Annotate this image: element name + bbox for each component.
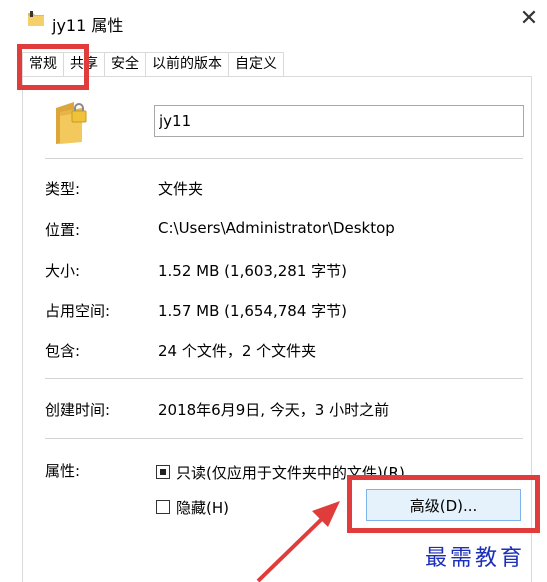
folder-name-input[interactable] (154, 105, 524, 137)
size-on-disk-value: 1.57 MB (1,654,784 字节) (158, 302, 347, 320)
section-divider-1 (45, 158, 523, 159)
advanced-button[interactable]: 高级(D)... (366, 489, 521, 521)
location-label: 位置: (45, 221, 81, 239)
tab-sharing[interactable]: 共享 (63, 52, 105, 76)
section-divider-2 (45, 378, 523, 379)
size-label: 大小: (45, 262, 81, 280)
annotation-arrow (256, 501, 340, 582)
tab-customize[interactable]: 自定义 (228, 52, 284, 76)
hidden-checkbox[interactable] (156, 500, 170, 514)
hidden-checkbox-label[interactable]: 隐藏(H) (176, 497, 229, 518)
tab-strip: 常规 共享 安全 以前的版本 自定义 (22, 52, 284, 76)
created-label: 创建时间: (45, 401, 111, 419)
tab-panel-top-border (22, 76, 532, 77)
watermark-logo: 最需教育 (425, 546, 526, 571)
tab-panel-left-border (22, 76, 23, 582)
locked-folder-icon (52, 98, 92, 146)
created-value: 2018年6月9日, 今天，3 小时之前 (158, 401, 390, 419)
close-button[interactable]: ✕ (516, 6, 542, 32)
location-value: C:\Users\Administrator\Desktop (158, 219, 395, 237)
section-divider-3 (45, 438, 523, 439)
size-value: 1.52 MB (1,603,281 字节) (158, 262, 347, 280)
tab-previous-versions[interactable]: 以前的版本 (145, 52, 229, 76)
readonly-checkbox[interactable] (156, 465, 170, 479)
tab-panel-right-border (531, 76, 532, 582)
type-value: 文件夹 (158, 180, 204, 198)
contains-label: 包含: (45, 342, 81, 360)
contains-value: 24 个文件，2 个文件夹 (158, 342, 317, 360)
readonly-checkbox-label[interactable]: 只读(仅应用于文件夹中的文件)(R) (176, 462, 405, 483)
tab-security[interactable]: 安全 (104, 52, 146, 76)
indeterminate-mark (160, 469, 166, 475)
size-on-disk-label: 占用空间: (45, 302, 111, 320)
attributes-label: 属性: (45, 462, 81, 480)
window-title: jy11 属性 (52, 16, 124, 35)
type-label: 类型: (45, 180, 81, 198)
title-folder-icon (27, 10, 45, 28)
tab-general[interactable]: 常规 (22, 52, 64, 76)
